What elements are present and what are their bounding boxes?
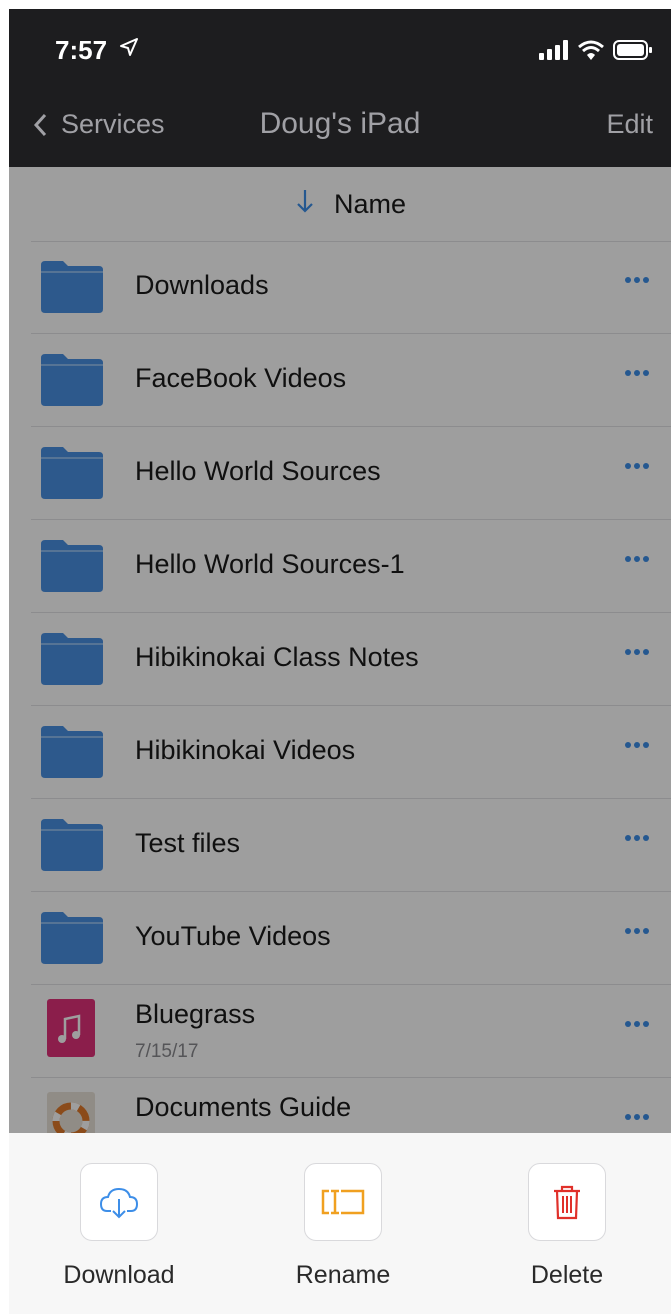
more-options-icon[interactable] xyxy=(625,835,649,841)
file-name: Bluegrass xyxy=(135,999,256,1029)
rename-icon xyxy=(321,1189,365,1215)
cloud-download-icon xyxy=(99,1187,139,1219)
list-item[interactable]: YouTube Videos xyxy=(31,892,671,985)
folder-icon xyxy=(41,633,103,685)
sort-label: Name xyxy=(333,188,407,219)
download-label: Download xyxy=(63,1261,175,1289)
more-options-icon[interactable] xyxy=(625,928,649,934)
page-title: Doug's iPad xyxy=(259,107,421,140)
file-name: Test files xyxy=(135,828,241,858)
list-item[interactable]: Downloads xyxy=(31,241,671,334)
folder-icon xyxy=(41,540,103,592)
file-name: Hibikinokai Videos xyxy=(135,735,356,765)
list-item[interactable]: Hibikinokai Videos xyxy=(31,706,671,799)
more-options-icon[interactable] xyxy=(625,1021,649,1027)
trash-icon xyxy=(554,1185,580,1220)
more-options-icon[interactable] xyxy=(625,1114,649,1120)
more-options-icon[interactable] xyxy=(625,277,649,283)
more-options-icon[interactable] xyxy=(625,370,649,376)
location-arrow-icon xyxy=(119,37,139,62)
delete-button[interactable] xyxy=(528,1163,606,1241)
wifi-icon xyxy=(577,39,605,66)
file-name: YouTube Videos xyxy=(135,921,331,951)
file-name: Hello World Sources xyxy=(135,456,381,486)
folder-icon xyxy=(41,726,103,778)
delete-action[interactable]: Delete xyxy=(477,1163,657,1290)
music-file-icon xyxy=(47,999,95,1057)
list-item[interactable]: Test files xyxy=(31,799,671,892)
battery-icon xyxy=(613,39,653,66)
signal-icon xyxy=(539,40,569,65)
status-bar: 7:57 xyxy=(9,9,671,85)
download-action[interactable]: Download xyxy=(29,1163,209,1290)
folder-icon xyxy=(41,261,103,313)
status-time: 7:57 xyxy=(55,35,108,65)
list-item[interactable]: Bluegrass 7/15/17 xyxy=(31,985,671,1078)
list-item[interactable]: Hello World Sources-1 xyxy=(31,520,671,613)
more-options-icon[interactable] xyxy=(625,463,649,469)
folder-icon xyxy=(41,912,103,964)
file-name: Hello World Sources-1 xyxy=(135,549,405,579)
list-item[interactable]: Hibikinokai Class Notes xyxy=(31,613,671,706)
file-name: Hibikinokai Class Notes xyxy=(135,642,419,672)
file-name: Documents Guide xyxy=(135,1092,352,1122)
app-window: 7:57 Services Doug's iPad Edit Name Down… xyxy=(9,9,671,1314)
rename-action[interactable]: Rename xyxy=(253,1163,433,1290)
more-options-icon[interactable] xyxy=(625,742,649,748)
sort-bar[interactable]: Name xyxy=(31,167,671,242)
folder-icon xyxy=(41,819,103,871)
action-sheet: Download Rename Delete xyxy=(9,1133,671,1314)
more-options-icon[interactable] xyxy=(625,649,649,655)
file-name: Downloads xyxy=(135,270,269,300)
download-button[interactable] xyxy=(80,1163,158,1241)
navigation-bar: Services Doug's iPad Edit xyxy=(9,85,671,167)
rename-label: Rename xyxy=(295,1261,391,1289)
folder-icon xyxy=(41,447,103,499)
file-list: Name Downloads FaceBook Videos Hello Wor… xyxy=(9,167,671,1171)
status-indicators xyxy=(539,39,653,66)
list-item[interactable]: FaceBook Videos xyxy=(31,334,671,427)
file-date: 7/15/17 xyxy=(135,1041,199,1062)
more-options-icon[interactable] xyxy=(625,556,649,562)
file-name: FaceBook Videos xyxy=(135,363,347,393)
delete-label: Delete xyxy=(530,1261,604,1289)
list-item[interactable]: Hello World Sources xyxy=(31,427,671,520)
edit-button[interactable]: Edit xyxy=(606,109,653,140)
sort-arrow-icon xyxy=(296,189,314,220)
folder-icon xyxy=(41,354,103,406)
rename-button[interactable] xyxy=(304,1163,382,1241)
